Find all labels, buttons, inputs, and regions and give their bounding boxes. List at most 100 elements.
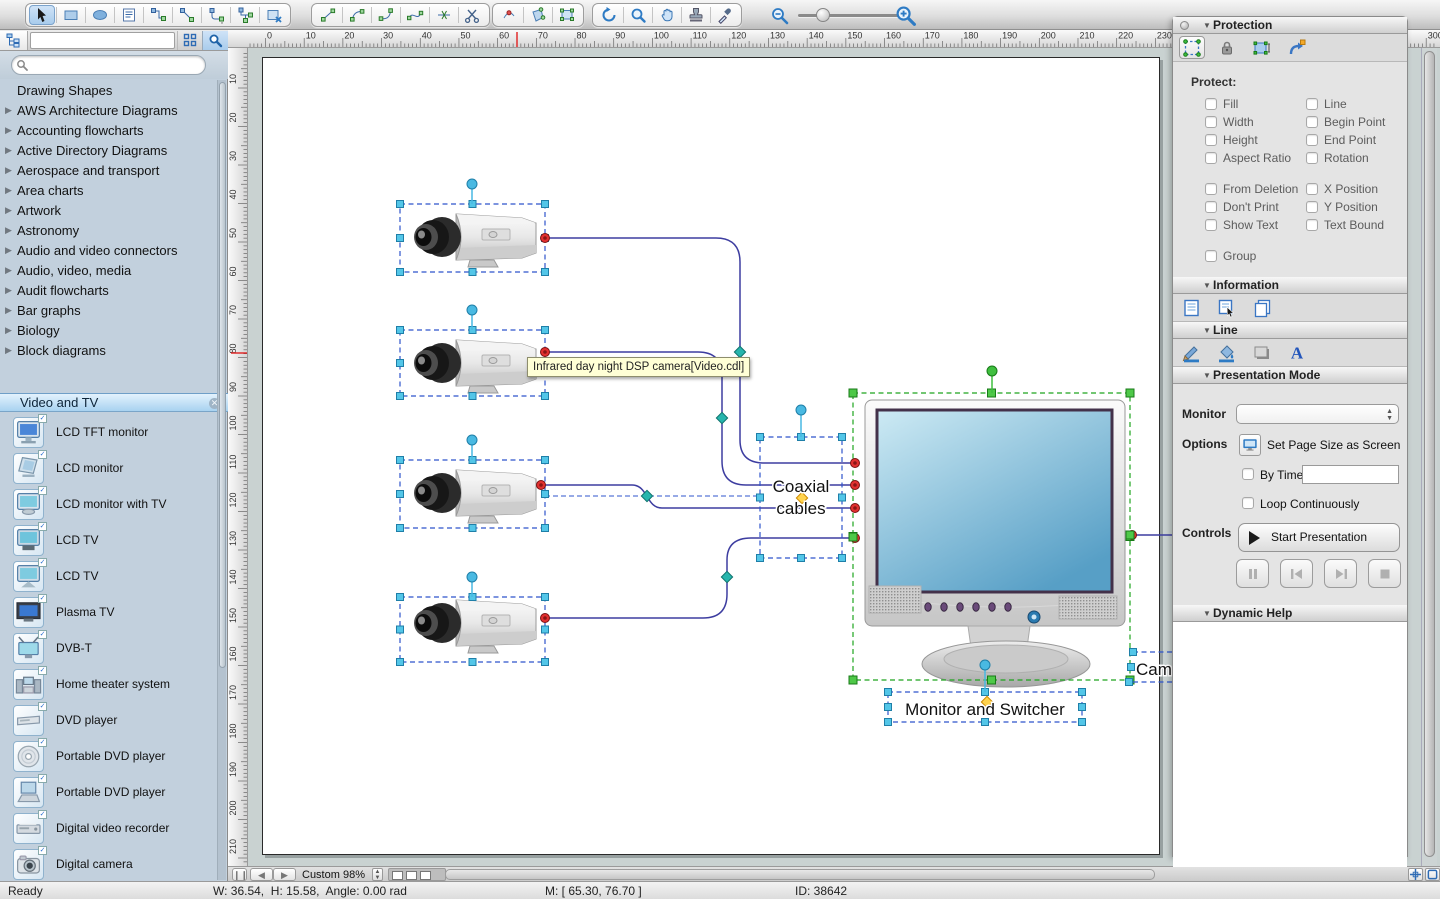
- grid-view-icon[interactable]: [177, 31, 202, 50]
- shape-item-lcd-tv[interactable]: ✓LCD TV: [0, 558, 218, 594]
- selection-handle[interactable]: [982, 719, 989, 726]
- monitor-switcher-shape[interactable]: [865, 400, 1125, 687]
- skip-back-button[interactable]: [1280, 559, 1313, 588]
- shape-item-dvd-player[interactable]: ✓DVD player: [0, 702, 218, 738]
- lcd-tft-monitor-icon[interactable]: ✓: [13, 417, 44, 448]
- selection-handle[interactable]: [469, 525, 476, 532]
- selection-handle[interactable]: [542, 393, 549, 400]
- shape-item-dvb-t[interactable]: ✓DVB-T: [0, 630, 218, 666]
- pan-mode-icon[interactable]: [1408, 868, 1423, 881]
- disclosure-triangle-icon[interactable]: ▶: [5, 305, 17, 316]
- curve-tool[interactable]: [373, 5, 399, 25]
- search-icon[interactable]: [202, 31, 228, 50]
- selection-handle[interactable]: [757, 434, 764, 441]
- selection-handle[interactable]: [542, 201, 549, 208]
- rotation-handle[interactable]: [987, 366, 997, 376]
- selection-handle[interactable]: [469, 393, 476, 400]
- selection-handle[interactable]: [849, 676, 857, 684]
- protect-checkbox-from-deletion[interactable]: [1205, 183, 1217, 195]
- zoom-stepper[interactable]: ▲▼: [372, 868, 383, 881]
- shape-checkbox[interactable]: ✓: [38, 450, 47, 459]
- selection-handle[interactable]: [542, 626, 549, 633]
- sidebar-item-artwork[interactable]: ▶Artwork: [0, 200, 218, 220]
- protect-checkbox-width[interactable]: [1205, 116, 1217, 128]
- shape-checkbox[interactable]: ✓: [38, 738, 47, 747]
- pan-tool[interactable]: [654, 5, 680, 25]
- shape-checkbox[interactable]: ✓: [38, 558, 47, 567]
- cctv-camera-shape-2[interactable]: [414, 340, 536, 393]
- protection-panel-header[interactable]: ▼ Protection: [1173, 17, 1407, 34]
- selection-handle[interactable]: [397, 201, 404, 208]
- selection-handle[interactable]: [542, 327, 549, 334]
- fill-color-icon[interactable]: [1214, 341, 1240, 364]
- shape-item-home-theater-system[interactable]: ✓Home theater system: [0, 666, 218, 702]
- shape-item-plasma-tv[interactable]: ✓Plasma TV: [0, 594, 218, 630]
- selection-handle[interactable]: [839, 434, 846, 441]
- cctv-camera-shape-4[interactable]: [414, 600, 536, 653]
- cctv-camera-shape-3[interactable]: [414, 470, 536, 523]
- selection-handle[interactable]: [839, 555, 846, 562]
- disclosure-triangle-icon[interactable]: ▶: [5, 125, 17, 136]
- information-panel-header[interactable]: ▼ Information: [1173, 277, 1407, 294]
- protect-checkbox-fill[interactable]: [1205, 98, 1217, 110]
- home-theater-icon[interactable]: ✓: [13, 669, 44, 700]
- zoom-level-indicator[interactable]: Custom 98%: [302, 868, 365, 882]
- connector-line-1[interactable]: [545, 238, 853, 463]
- disclosure-triangle-icon[interactable]: ▶: [5, 165, 17, 176]
- selection-handle[interactable]: [1079, 704, 1086, 711]
- shape-checkbox[interactable]: ✓: [38, 774, 47, 783]
- selection-handle[interactable]: [542, 659, 549, 666]
- sidebar-scrollbar-thumb[interactable]: [219, 82, 226, 668]
- shape-checkbox[interactable]: ✓: [38, 666, 47, 675]
- shape-checkbox[interactable]: ✓: [38, 486, 47, 495]
- selection-handle[interactable]: [542, 491, 549, 498]
- rotation-handle[interactable]: [796, 405, 806, 415]
- protect-checkbox-rotation[interactable]: [1306, 152, 1318, 164]
- by-time-input[interactable]: [1302, 465, 1399, 484]
- selection-handle[interactable]: [849, 389, 857, 397]
- selection-handle[interactable]: [397, 393, 404, 400]
- selection-handle[interactable]: [542, 457, 549, 464]
- selection-handle[interactable]: [397, 626, 404, 633]
- horizontal-scrollbar-thumb[interactable]: [445, 869, 1155, 880]
- sidebar-item-astronomy[interactable]: ▶Astronomy: [0, 220, 218, 240]
- canvas-vertical-scrollbar[interactable]: [1421, 48, 1437, 866]
- selection-handle[interactable]: [397, 594, 404, 601]
- shape-item-lcd-monitor-with-tv[interactable]: ✓LCD monitor with TV: [0, 486, 218, 522]
- sidebar-item-biology[interactable]: ▶Biology: [0, 320, 218, 340]
- pause-button[interactable]: [1236, 559, 1269, 588]
- sidebar-item-audio-and-video-connectors[interactable]: ▶Audio and video connectors: [0, 240, 218, 260]
- direct-connector-tool[interactable]: [174, 5, 200, 25]
- tree-connector-tool[interactable]: [232, 5, 258, 25]
- connector-line-4[interactable]: [545, 538, 853, 618]
- loop-checkbox[interactable]: [1242, 497, 1254, 509]
- sidebar-item-drawing-shapes[interactable]: Drawing Shapes: [0, 80, 218, 100]
- lcd-monitor-icon[interactable]: ✓: [13, 453, 44, 484]
- digital-video-recorder-icon[interactable]: ✓: [13, 813, 44, 844]
- disclosure-triangle-icon[interactable]: ▶: [5, 145, 17, 156]
- set-page-size-button[interactable]: [1239, 434, 1261, 456]
- sidebar-item-accounting-flowcharts[interactable]: ▶Accounting flowcharts: [0, 120, 218, 140]
- sidebar-item-audio-video-media[interactable]: ▶Audio, video, media: [0, 260, 218, 280]
- selection-handle[interactable]: [1126, 679, 1133, 686]
- shape-item-lcd-monitor[interactable]: ✓LCD monitor: [0, 450, 218, 486]
- protect-checkbox-begin-point[interactable]: [1306, 116, 1318, 128]
- selection-handle[interactable]: [469, 269, 476, 276]
- shape-item-lcd-tv[interactable]: ✓LCD TV: [0, 522, 218, 558]
- rectangle-tool[interactable]: [58, 5, 84, 25]
- shape-item-digital-camera[interactable]: ✓Digital camera: [0, 846, 218, 881]
- shape-item-portable-dvd-player[interactable]: ✓Portable DVD player: [0, 774, 218, 810]
- connector-midpoint-handle[interactable]: [734, 346, 745, 357]
- panel-collapse-icon[interactable]: [1180, 21, 1189, 30]
- sidebar-item-active-directory-diagrams[interactable]: ▶Active Directory Diagrams: [0, 140, 218, 160]
- skip-forward-button[interactable]: [1324, 559, 1357, 588]
- selection-handle[interactable]: [397, 659, 404, 666]
- glue-handle[interactable]: [849, 533, 857, 541]
- selection-handle[interactable]: [839, 494, 846, 501]
- shape-checkbox[interactable]: ✓: [38, 846, 47, 855]
- connector-midpoint-handle[interactable]: [641, 490, 652, 501]
- protect-checkbox-text-bound[interactable]: [1306, 219, 1318, 231]
- selection-handle[interactable]: [757, 494, 764, 501]
- shadow-icon[interactable]: [1249, 341, 1275, 364]
- selection-handle[interactable]: [397, 360, 404, 367]
